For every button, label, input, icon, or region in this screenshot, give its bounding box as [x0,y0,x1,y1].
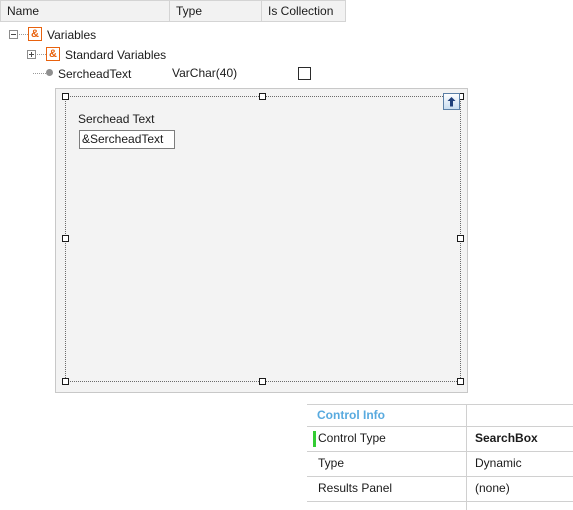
variable-bullet-icon [46,69,53,77]
control-info-value[interactable]: (none) [475,481,510,495]
control-info-label: Results Panel [318,481,393,495]
column-header-is-collection[interactable]: Is Collection [262,1,346,21]
control-info-row-partial [307,502,573,510]
grid-header-row: Name Type Is Collection [0,0,346,22]
control-info-header: Control Info [307,404,573,428]
column-header-type[interactable]: Type [170,1,262,21]
is-collection-checkbox[interactable] [298,67,311,80]
control-info-label: Type [318,456,345,470]
control-info-column-divider [466,452,467,477]
expander-plus-icon[interactable] [27,49,36,59]
tree-row-serchead-text[interactable]: SercheadText VarChar(40) [0,62,573,84]
selected-control-outline[interactable]: Serchead Text &SercheadText [62,93,464,385]
form-designer-panel[interactable]: Serchead Text &SercheadText [55,88,468,393]
resize-handle-top-left[interactable] [62,93,69,100]
control-info-column-divider [466,502,467,510]
resize-handle-bottom-left[interactable] [62,378,69,385]
control-info-value[interactable]: Dynamic [475,456,522,470]
ampersand-icon: & [46,46,60,61]
tree-connector-dots [33,72,46,74]
control-info-title: Control Info [317,408,385,422]
control-info-row-control-type[interactable]: Control Type SearchBox [307,427,573,452]
variables-grid: Name Type Is Collection & Variables & Stan… [0,0,573,81]
tree-connector-dots [19,33,28,35]
form-field-label: Serchead Text [78,112,155,126]
ampersand-icon: & [28,26,42,41]
tree-label-serchead-text: SercheadText [58,66,132,81]
resize-handle-bottom-right[interactable] [457,378,464,385]
column-header-name[interactable]: Name [0,1,170,21]
control-info-column-divider [466,427,467,452]
control-info-label: Control Type [318,431,386,445]
control-info-value[interactable]: SearchBox [475,431,538,445]
resize-handle-bottom-center[interactable] [259,378,266,385]
arrow-up-icon[interactable] [443,93,460,110]
resize-handle-middle-left[interactable] [62,235,69,242]
serchead-text-input[interactable]: &SercheadText [79,130,175,149]
resize-handle-top-center[interactable] [259,93,266,100]
control-info-row-results-panel[interactable]: Results Panel (none) [307,477,573,502]
control-info-row-type[interactable]: Type Dynamic [307,452,573,477]
tree-connector-dots [37,53,46,55]
control-info-column-divider [466,405,467,428]
resize-handle-middle-right[interactable] [457,235,464,242]
tree-row-variables[interactable]: & Variables [0,23,573,45]
control-info-column-divider [466,477,467,502]
expander-minus-icon[interactable] [9,29,18,39]
cell-type-serchead-text: VarChar(40) [172,66,238,80]
control-info-panel: Control Info Control Type SearchBox Type… [307,404,573,510]
selected-row-marker [313,431,316,447]
